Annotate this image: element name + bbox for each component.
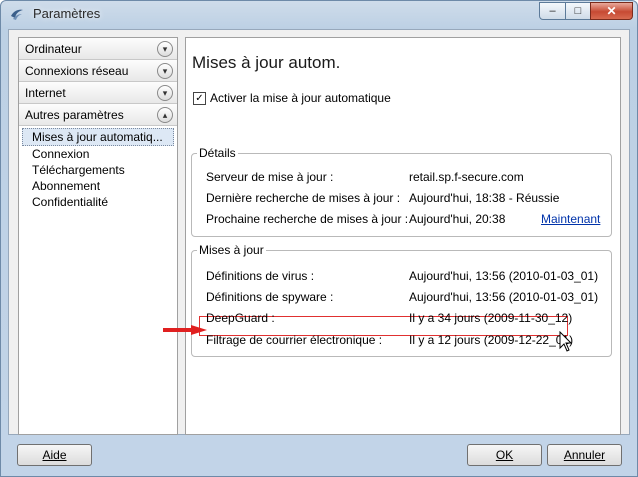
sidebar-category-internet[interactable]: Internet ▾ — [19, 82, 177, 104]
update-row-spyware: Définitions de spyware : Aujourd'hui, 13… — [192, 290, 611, 308]
updates-group: Mises à jour Définitions de virus : Aujo… — [191, 243, 612, 357]
sidebar-category-autres-parametres[interactable]: Autres paramètres ▴ — [19, 104, 177, 126]
detail-row-server: Serveur de mise à jour : retail.sp.f-sec… — [192, 170, 611, 188]
updates-legend: Mises à jour — [199, 243, 264, 257]
update-label: Filtrage de courrier électronique : — [206, 333, 383, 347]
cancel-button[interactable]: Annuler — [547, 444, 622, 466]
maximize-button[interactable]: □ — [565, 2, 591, 20]
help-button[interactable]: Aide — [17, 444, 92, 466]
detail-value: retail.sp.f-secure.com — [409, 170, 524, 184]
title-bar[interactable]: Paramètres – □ ✕ — [1, 1, 637, 27]
sidebar-item-telechargements[interactable]: Téléchargements — [19, 162, 177, 178]
chevron-down-icon[interactable]: ▾ — [157, 41, 173, 57]
details-legend: Détails — [199, 146, 236, 160]
sidebar-category-connexions-reseau[interactable]: Connexions réseau ▾ — [19, 60, 177, 82]
sidebar-item-mises-a-jour[interactable]: Mises à jour automatiq... — [22, 128, 174, 146]
ok-button-label: OK — [495, 448, 514, 462]
detail-row-next-check: Prochaine recherche de mises à jour : Au… — [192, 212, 611, 230]
auto-update-option[interactable]: ✓ Activer la mise à jour automatique — [193, 90, 391, 106]
check-now-link[interactable]: Maintenant — [541, 212, 600, 226]
main-panel: Mises à jour autom. ✓ Activer la mise à … — [163, 37, 621, 435]
ok-button[interactable]: OK — [467, 444, 542, 466]
mouse-cursor-icon — [559, 331, 573, 352]
footer-bar: Aide OK Annuler — [8, 435, 630, 475]
update-value: Aujourd'hui, 13:56 (2010-01-03_01) — [409, 269, 599, 283]
f-secure-logo-icon — [11, 9, 23, 20]
update-row-deepguard: DeepGuard : Il y a 34 jours (2009-11-30_… — [192, 311, 611, 329]
update-row-virus: Définitions de virus : Aujourd'hui, 13:5… — [192, 269, 611, 287]
help-button-label: Aide — [42, 448, 67, 462]
minimize-button[interactable]: – — [539, 2, 566, 20]
page-title: Mises à jour autom. — [192, 53, 341, 72]
sidebar: Ordinateur ▾ Connexions réseau ▾ Interne… — [18, 37, 178, 435]
update-label: DeepGuard : — [206, 311, 275, 325]
detail-row-last-check: Dernière recherche de mises à jour : Auj… — [192, 191, 611, 209]
sidebar-item-connexion[interactable]: Connexion — [19, 146, 177, 162]
sidebar-item-abonnement[interactable]: Abonnement — [19, 178, 177, 194]
sidebar-category-label: Ordinateur — [25, 42, 82, 56]
detail-label: Serveur de mise à jour : — [206, 170, 334, 184]
chevron-down-icon[interactable]: ▾ — [157, 85, 173, 101]
cancel-button-label: Annuler — [563, 448, 606, 462]
detail-label: Prochaine recherche de mises à jour : — [206, 212, 409, 226]
settings-window: Paramètres – □ ✕ Ordinateur ▾ Connexions… — [0, 0, 638, 477]
detail-value: Aujourd'hui, 18:38 - Réussie — [409, 191, 560, 205]
sidebar-category-label: Internet — [25, 86, 66, 100]
update-value: Il y a 34 jours (2009-11-30_12) — [409, 311, 573, 325]
sidebar-item-confidentialite[interactable]: Confidentialité — [19, 194, 177, 210]
update-label: Définitions de spyware : — [206, 290, 334, 304]
sidebar-category-label: Connexions réseau — [25, 64, 129, 78]
chevron-down-icon[interactable]: ▾ — [157, 63, 173, 79]
sidebar-category-label: Autres paramètres — [25, 108, 124, 122]
detail-label: Dernière recherche de mises à jour : — [206, 191, 401, 205]
update-value: Aujourd'hui, 13:56 (2010-01-03_01) — [409, 290, 599, 304]
sidebar-category-ordinateur[interactable]: Ordinateur ▾ — [19, 38, 177, 60]
details-group: Détails Serveur de mise à jour : retail.… — [191, 146, 612, 237]
update-value: Il y a 12 jours (2009-12-22_01) — [409, 333, 574, 347]
window-title: Paramètres — [33, 6, 101, 21]
auto-update-checkbox[interactable]: ✓ — [193, 91, 206, 105]
detail-value: Aujourd'hui, 20:38 — [409, 212, 506, 226]
red-arrow-icon — [163, 325, 207, 335]
update-row-email-filter: Filtrage de courrier électronique : Il y… — [192, 333, 611, 351]
close-button[interactable]: ✕ — [590, 2, 633, 20]
update-label: Définitions de virus : — [206, 269, 315, 283]
auto-update-label[interactable]: Activer la mise à jour automatique — [210, 91, 391, 105]
client-area: Ordinateur ▾ Connexions réseau ▾ Interne… — [8, 29, 630, 435]
chevron-up-icon[interactable]: ▴ — [157, 107, 173, 123]
